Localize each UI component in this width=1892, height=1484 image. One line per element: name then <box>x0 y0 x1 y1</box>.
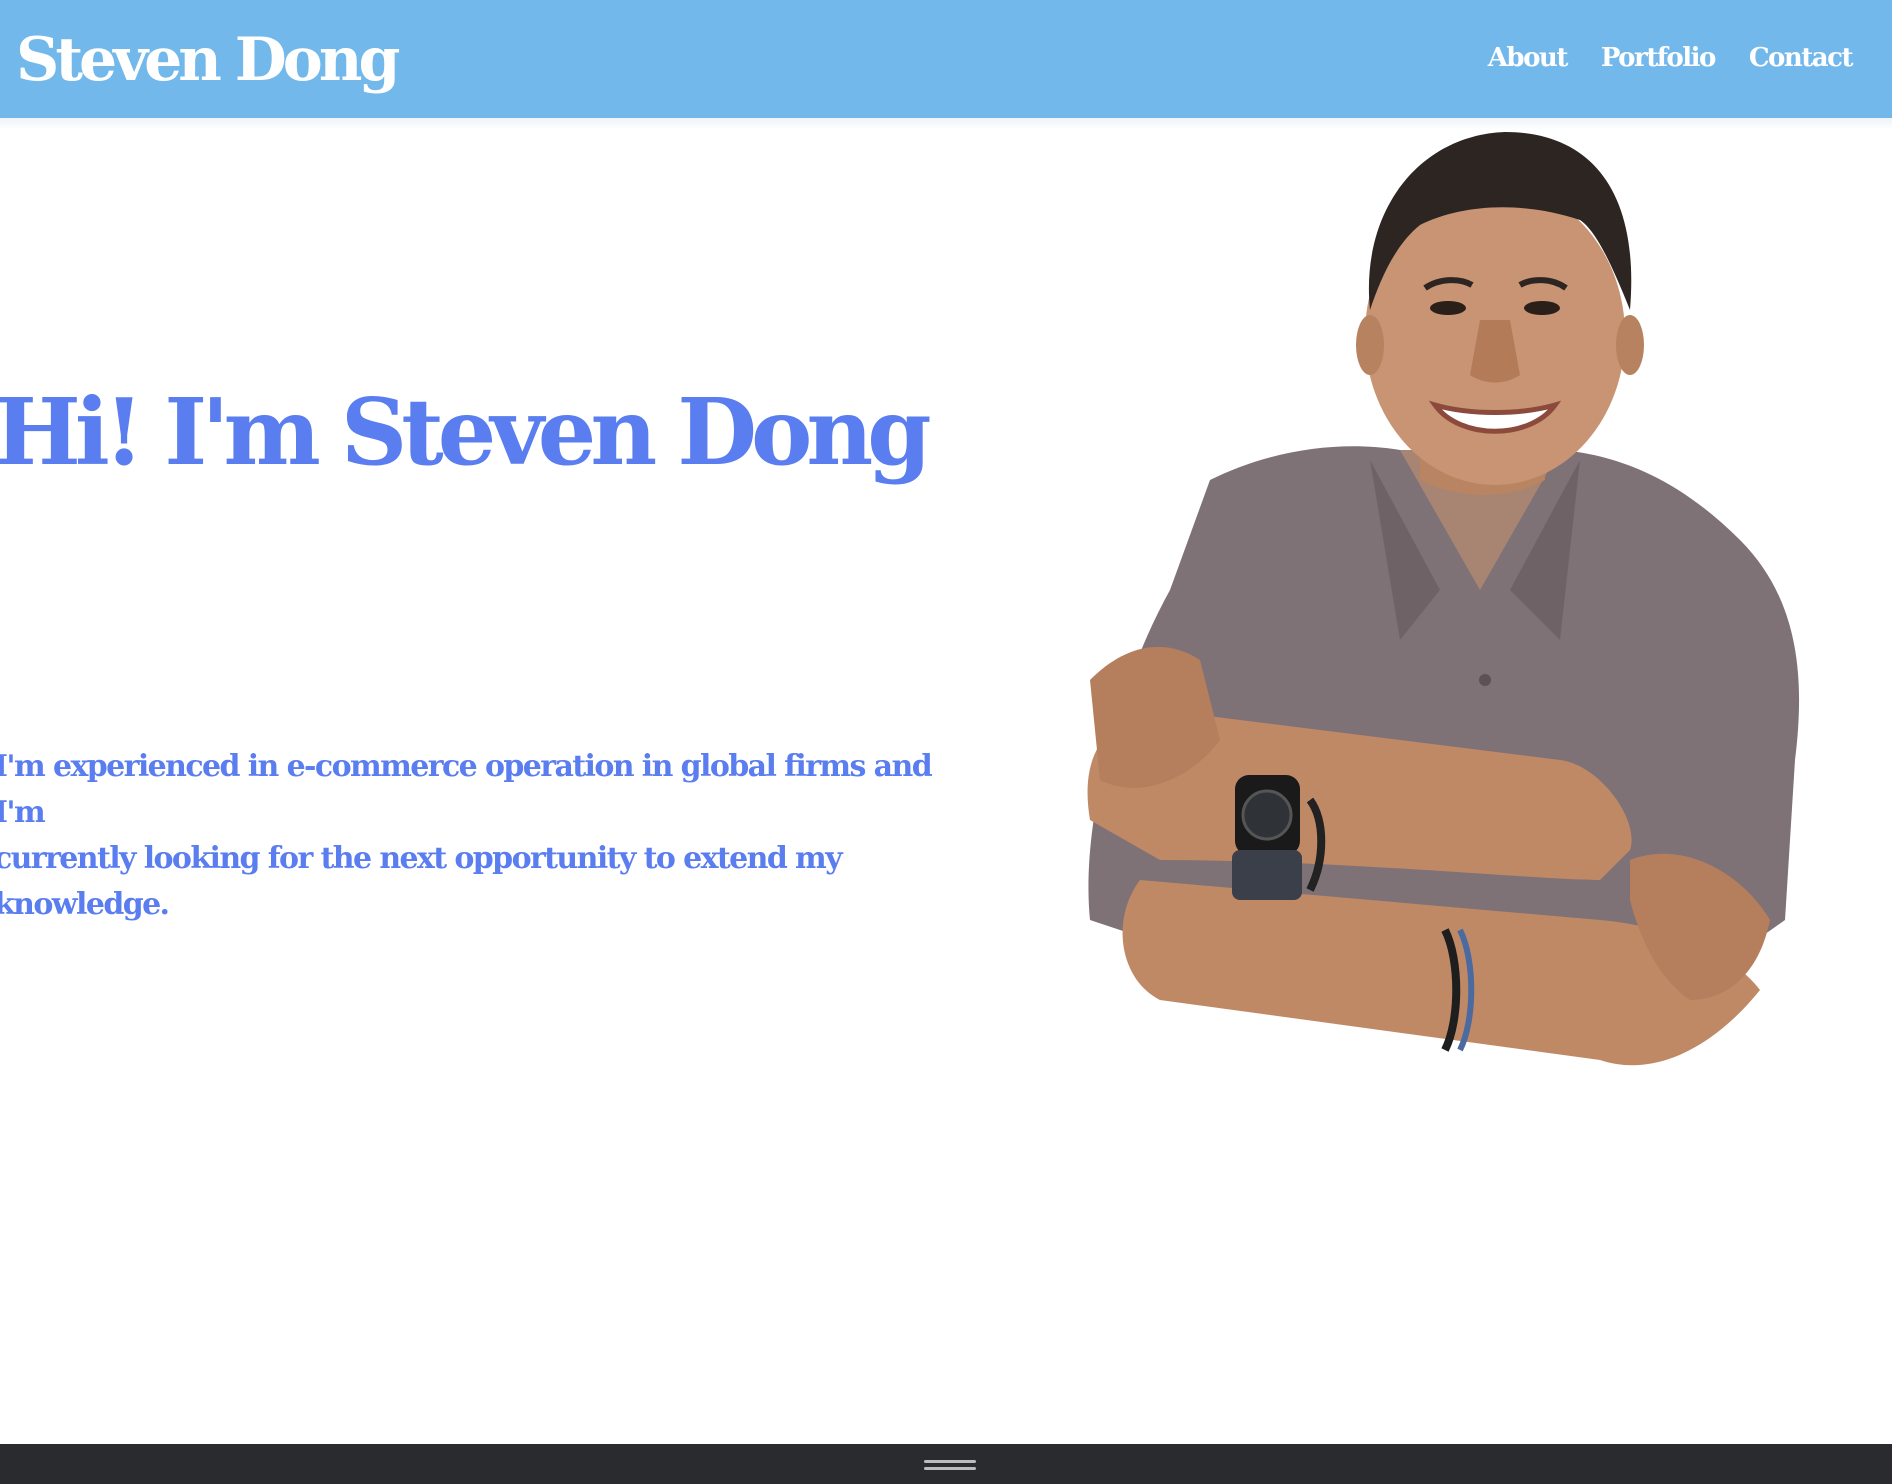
drag-handle-icon[interactable] <box>924 1460 976 1472</box>
nav-link-contact[interactable]: Contact <box>1749 43 1854 73</box>
site-header: Steven Dong About Portfolio Contact <box>0 0 1892 118</box>
nav-link-about[interactable]: About <box>1488 43 1569 73</box>
hero-title: Hi! I'm Steven Dong <box>0 378 932 486</box>
nav-link-portfolio[interactable]: Portfolio <box>1601 43 1717 73</box>
portrait-photo <box>1040 120 1840 1100</box>
brand-logo-link[interactable]: Steven Dong <box>16 20 400 100</box>
hero-description: I'm experienced in e-commerce operation … <box>0 744 954 928</box>
hero-description-line-2: currently looking for the next opportuni… <box>0 841 843 922</box>
main-nav: About Portfolio Contact <box>1488 38 1854 78</box>
hero-description-line-1: I'm experienced in e-commerce operation … <box>0 749 933 830</box>
bottom-toolbar <box>0 1444 1892 1484</box>
